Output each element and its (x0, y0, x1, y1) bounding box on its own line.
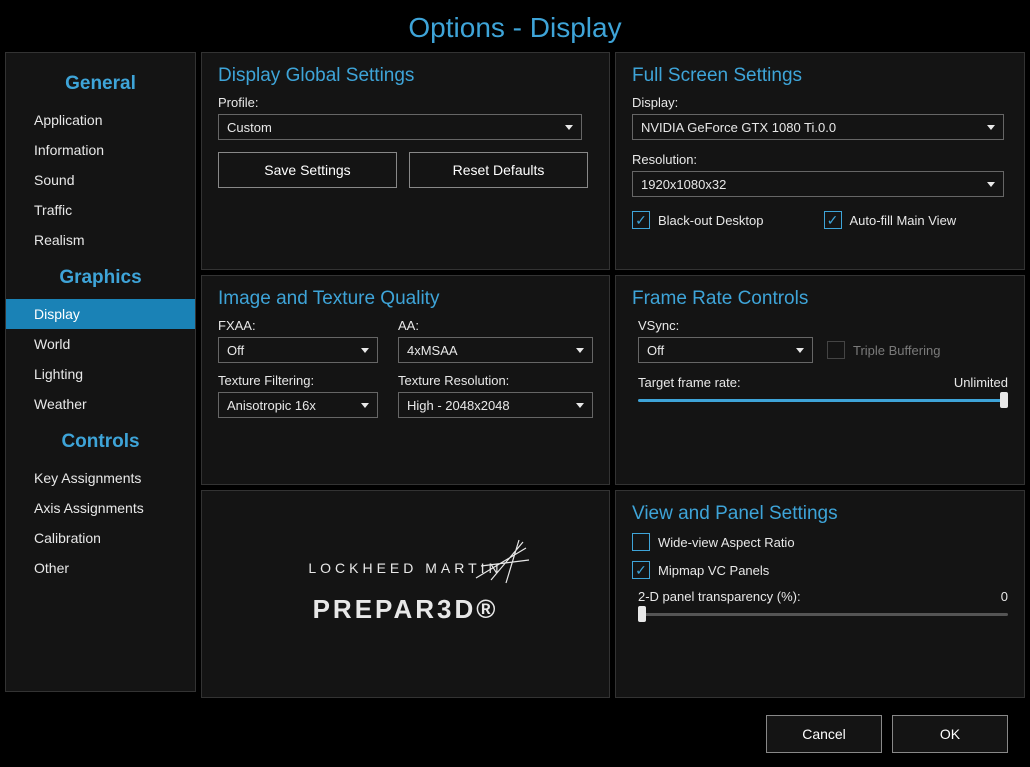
vsync-label: VSync: (638, 318, 1008, 333)
window-title: Options - Display (0, 0, 1030, 52)
prepar3d-logo: PREPAR3D® (313, 594, 499, 625)
chevron-down-icon (361, 348, 369, 353)
autofill-main-view-checkbox[interactable]: ✓ Auto-fill Main View (824, 211, 957, 229)
sidebar: General Application Information Sound Tr… (5, 52, 196, 692)
checkbox-box (827, 341, 845, 359)
profile-label: Profile: (218, 95, 593, 110)
texture-filtering-label: Texture Filtering: (218, 373, 378, 388)
texture-resolution-label: Texture Resolution: (398, 373, 593, 388)
fxaa-value: Off (227, 343, 244, 358)
sidebar-item-axis-assignments[interactable]: Axis Assignments (6, 493, 195, 523)
transparency-value: 0 (1001, 589, 1008, 604)
chevron-down-icon (361, 403, 369, 408)
checkmark-icon: ✓ (632, 211, 650, 229)
chevron-down-icon (987, 182, 995, 187)
panel-frame-rate: Frame Rate Controls VSync: Off Triple Bu… (615, 275, 1025, 485)
transparency-slider[interactable] (638, 610, 1008, 618)
sidebar-item-weather[interactable]: Weather (6, 389, 195, 419)
sidebar-item-other[interactable]: Other (6, 553, 195, 583)
checkbox-label: Mipmap VC Panels (658, 563, 769, 578)
resolution-select[interactable]: 1920x1080x32 (632, 171, 1004, 197)
sidebar-item-lighting[interactable]: Lighting (6, 359, 195, 389)
texture-filtering-select[interactable]: Anisotropic 16x (218, 392, 378, 418)
display-value: NVIDIA GeForce GTX 1080 Ti.0.0 (641, 120, 836, 135)
blackout-desktop-checkbox[interactable]: ✓ Black-out Desktop (632, 211, 764, 229)
checkbox-label: Auto-fill Main View (850, 213, 957, 228)
sidebar-item-information[interactable]: Information (6, 135, 195, 165)
slider-thumb[interactable] (638, 606, 646, 622)
chevron-down-icon (987, 125, 995, 130)
panel-title: Image and Texture Quality (218, 288, 593, 310)
panel-title: View and Panel Settings (632, 503, 1008, 525)
sidebar-section-controls: Controls (6, 419, 195, 463)
star-icon (471, 538, 541, 586)
triple-buffering-checkbox[interactable]: Triple Buffering (827, 341, 940, 359)
panel-view-settings: View and Panel Settings Wide-view Aspect… (615, 490, 1025, 698)
sidebar-item-display[interactable]: Display (6, 299, 195, 329)
sidebar-section-general: General (6, 61, 195, 105)
cancel-button[interactable]: Cancel (766, 715, 882, 753)
panel-title: Full Screen Settings (632, 65, 1008, 87)
mipmap-vc-checkbox[interactable]: ✓ Mipmap VC Panels (632, 561, 1008, 579)
texture-resolution-select[interactable]: High - 2048x2048 (398, 392, 593, 418)
fxaa-select[interactable]: Off (218, 337, 378, 363)
checkbox-label: Black-out Desktop (658, 213, 764, 228)
sidebar-item-realism[interactable]: Realism (6, 225, 195, 255)
checkmark-icon: ✓ (824, 211, 842, 229)
display-label: Display: (632, 95, 1008, 110)
panel-full-screen: Full Screen Settings Display: NVIDIA GeF… (615, 52, 1025, 270)
sidebar-item-world[interactable]: World (6, 329, 195, 359)
sidebar-section-graphics: Graphics (6, 255, 195, 299)
checkbox-label: Wide-view Aspect Ratio (658, 535, 795, 550)
target-frame-rate-label: Target frame rate: (638, 375, 741, 390)
resolution-value: 1920x1080x32 (641, 177, 726, 192)
wide-view-checkbox[interactable]: Wide-view Aspect Ratio (632, 533, 1008, 551)
panel-logo: LOCKHEED MARTIN PREPAR3D® (201, 490, 610, 698)
sidebar-item-calibration[interactable]: Calibration (6, 523, 195, 553)
panel-image-texture: Image and Texture Quality FXAA: Off AA: … (201, 275, 610, 485)
ok-button[interactable]: OK (892, 715, 1008, 753)
footer-buttons: Cancel OK (766, 715, 1008, 753)
texture-resolution-value: High - 2048x2048 (407, 398, 510, 413)
checkmark-icon: ✓ (632, 561, 650, 579)
panel-title: Display Global Settings (218, 65, 593, 87)
fxaa-label: FXAA: (218, 318, 378, 333)
aa-select[interactable]: 4xMSAA (398, 337, 593, 363)
display-select[interactable]: NVIDIA GeForce GTX 1080 Ti.0.0 (632, 114, 1004, 140)
resolution-label: Resolution: (632, 152, 1008, 167)
transparency-label: 2-D panel transparency (%): (638, 589, 801, 604)
save-settings-button[interactable]: Save Settings (218, 152, 397, 188)
slider-thumb[interactable] (1000, 392, 1008, 408)
chevron-down-icon (576, 348, 584, 353)
reset-defaults-button[interactable]: Reset Defaults (409, 152, 588, 188)
checkbox-label: Triple Buffering (853, 343, 940, 358)
chevron-down-icon (576, 403, 584, 408)
sidebar-item-sound[interactable]: Sound (6, 165, 195, 195)
vsync-select[interactable]: Off (638, 337, 813, 363)
slider-track (638, 613, 1008, 616)
vsync-value: Off (647, 343, 664, 358)
lockheed-martin-logo: LOCKHEED MARTIN (308, 560, 502, 576)
sidebar-item-key-assignments[interactable]: Key Assignments (6, 463, 195, 493)
profile-value: Custom (227, 120, 272, 135)
target-frame-rate-slider[interactable] (638, 396, 1008, 404)
aa-label: AA: (398, 318, 593, 333)
chevron-down-icon (565, 125, 573, 130)
sidebar-item-traffic[interactable]: Traffic (6, 195, 195, 225)
checkbox-box (632, 533, 650, 551)
aa-value: 4xMSAA (407, 343, 458, 358)
panel-display-global: Display Global Settings Profile: Custom … (201, 52, 610, 270)
chevron-down-icon (796, 348, 804, 353)
target-frame-rate-value: Unlimited (954, 375, 1008, 390)
panel-title: Frame Rate Controls (632, 288, 1008, 310)
sidebar-item-application[interactable]: Application (6, 105, 195, 135)
slider-track (638, 399, 1008, 402)
texture-filtering-value: Anisotropic 16x (227, 398, 316, 413)
profile-select[interactable]: Custom (218, 114, 582, 140)
